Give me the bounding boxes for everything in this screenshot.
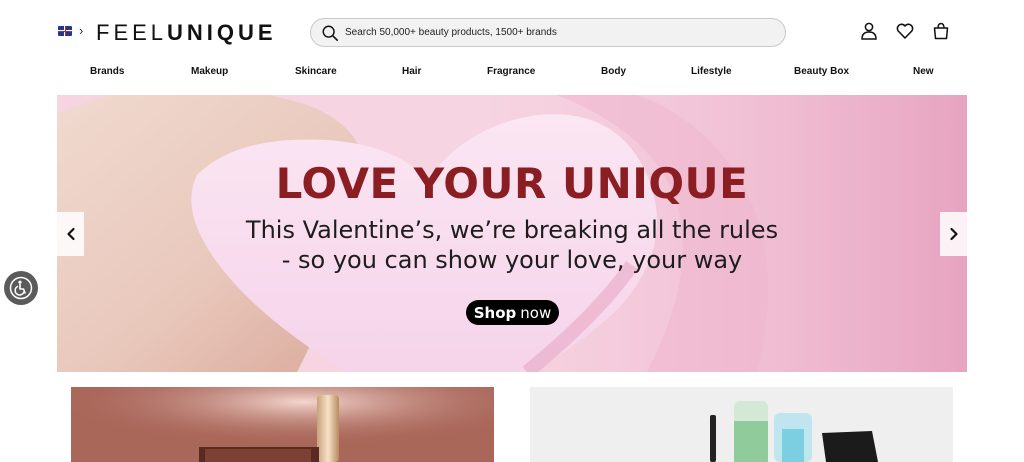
nav-item-lifestyle[interactable]: Lifestyle [691, 66, 732, 77]
shop-now-rest: now [520, 303, 552, 322]
flag-uk-icon [58, 26, 72, 36]
hero-subtitle: This Valentine’s, we’re breaking all the… [57, 215, 967, 275]
hero-title: LOVE YOUR UNIQUE [275, 159, 749, 208]
carousel-prev-button[interactable] [57, 212, 84, 256]
hero-subtitle-line-2: - so you can show your love, your way [281, 246, 743, 274]
hero-banner[interactable]: LOVE YOUR UNIQUE This Valentine’s, we’re… [57, 95, 967, 372]
promo-tile-skincare[interactable] [530, 387, 953, 462]
main-nav: Brands Makeup Skincare Hair Fragrance Bo… [58, 66, 966, 84]
nav-item-brands[interactable]: Brands [90, 66, 124, 77]
nav-item-fragrance[interactable]: Fragrance [487, 66, 535, 77]
site-header: › FEELUNIQUE [0, 0, 1024, 62]
logo-part-unique: UNIQUE [167, 20, 277, 45]
shop-now-bold: Shop [473, 303, 517, 322]
nav-item-skincare[interactable]: Skincare [295, 66, 337, 77]
accessibility-button[interactable] [4, 271, 38, 305]
accessibility-icon [9, 276, 33, 300]
nav-item-body[interactable]: Body [601, 66, 626, 77]
chevron-right-icon [949, 227, 958, 241]
locale-selector[interactable]: › [58, 23, 84, 38]
logo[interactable]: FEELUNIQUE [96, 20, 277, 46]
nav-item-beauty-box[interactable]: Beauty Box [794, 66, 849, 77]
carousel-next-button[interactable] [940, 212, 967, 256]
header-actions [858, 20, 952, 42]
chevron-left-icon [66, 227, 75, 241]
hero-subtitle-line-1: This Valentine’s, we’re breaking all the… [245, 216, 779, 244]
logo-part-feel: FEEL [96, 20, 168, 45]
search-icon [322, 25, 339, 41]
nav-item-hair[interactable]: Hair [402, 66, 421, 77]
nav-item-makeup[interactable]: Makeup [191, 66, 228, 77]
shop-now-button[interactable]: Shop now [466, 300, 559, 325]
search-input[interactable] [345, 27, 765, 38]
heart-icon[interactable] [894, 20, 916, 42]
promo-tile-makeup[interactable] [71, 387, 494, 462]
search-bar[interactable] [310, 18, 786, 47]
chevron-right-icon: › [79, 23, 84, 38]
skincare-products-image [530, 387, 953, 462]
bag-icon[interactable] [930, 20, 952, 42]
makeup-products-image [71, 387, 494, 462]
account-icon[interactable] [858, 20, 880, 42]
nav-item-new[interactable]: New [913, 66, 934, 77]
